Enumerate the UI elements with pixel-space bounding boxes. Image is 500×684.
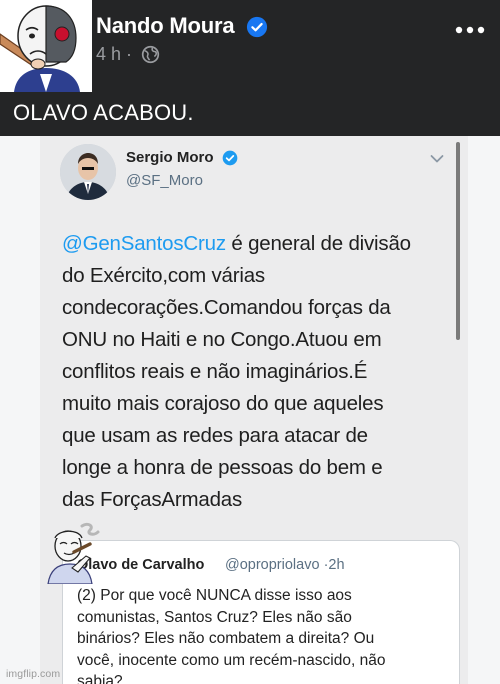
profile-photo-icon — [60, 144, 116, 200]
tweet-line: @GenSantosCruz é general de divisão — [62, 228, 454, 260]
verified-badge-icon — [222, 150, 238, 166]
smoking-cartoon-icon — [47, 522, 100, 584]
tweet-line: do Exército,com várias — [62, 264, 265, 287]
tweet-line: ONU no Haiti e no Congo.Atuou em — [62, 328, 382, 351]
more-options-icon[interactable] — [454, 22, 486, 38]
tweet-line: longe a honra de pessoas do bem e — [62, 456, 383, 479]
reply-line: (2) Por que você NUNCA disse isso aos — [77, 587, 352, 604]
tweet-screenshot: Sergio Moro @SF_Moro @GenSantosCruz é ge… — [0, 136, 500, 684]
tweet-author-handle[interactable]: @SF_Moro — [126, 172, 203, 189]
tweet-line: conflitos reais e não imaginários.É — [62, 360, 368, 383]
post-timestamp[interactable]: 4 h · — [96, 44, 132, 65]
reply-author-meta: @oproprio​lavo ·2h — [225, 557, 345, 573]
scrollbar[interactable] — [456, 142, 460, 340]
mention-link[interactable]: @GenSantosCruz — [62, 232, 226, 255]
reply-tweet-card[interactable]: Olavo de Carvalho @oproprio​lavo ·2h (2)… — [62, 540, 460, 684]
imgflip-watermark: imgflip.com — [6, 668, 61, 680]
time-separator: · — [126, 44, 133, 64]
tweet-line: das ForçasArmadas — [62, 488, 243, 511]
facebook-post-header: Nando Moura 4 h · OLAVO ACABOU. — [0, 0, 500, 136]
tweet-author-name[interactable]: Sergio Moro — [126, 149, 214, 166]
reply-line: comunistas, Santos Cruz? Eles não são — [77, 608, 352, 626]
reply-author-handle[interactable]: @oproprio​lavo — [225, 557, 320, 573]
post-time: 4 h — [96, 44, 122, 64]
tweet-line-text: é general de divisão — [225, 232, 411, 255]
reply-time: 2h — [328, 557, 345, 573]
wojak-avatar-icon — [0, 0, 92, 92]
tweet-author-avatar[interactable] — [60, 144, 116, 200]
author-avatar[interactable] — [0, 0, 92, 92]
tweet-line: que usam as redes para atacar de — [62, 424, 368, 447]
globe-icon[interactable] — [141, 45, 160, 64]
tweet-line: condecorações.Comandou forças da — [62, 296, 391, 319]
reply-text: (2) Por que você NUNCA disse isso aos co… — [77, 585, 449, 684]
reply-line: binários? Eles não combatem a direita? O… — [77, 630, 375, 647]
post-caption: OLAVO ACABOU. — [13, 100, 194, 125]
reply-line: você, inocente como um recém-nascido, nã… — [77, 651, 386, 669]
post-author-name[interactable]: Nando Moura — [96, 13, 235, 39]
reply-line: sabia?... — [77, 673, 136, 684]
tweet-text: @GenSantosCruz é general de divisão do E… — [62, 228, 454, 516]
verified-badge-icon — [246, 16, 268, 38]
tweet-line: muito mais corajoso do que aqueles — [62, 392, 384, 415]
chevron-down-icon[interactable] — [430, 154, 444, 164]
